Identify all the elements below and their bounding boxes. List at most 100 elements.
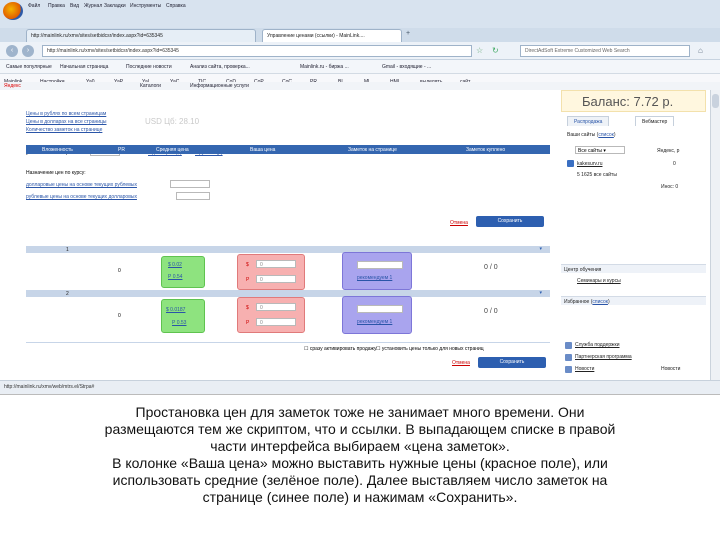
rub-from-usd-input[interactable] (176, 192, 210, 200)
bookmark-4[interactable]: Анализ сайта, проверка... (190, 64, 250, 70)
favorites-list-link[interactable]: список (592, 299, 608, 305)
row-2-your-price-box: $ 0 Р 0 (237, 297, 305, 333)
bookmark-6[interactable]: Gmail - входящие - ... (382, 64, 431, 70)
bookmarks-bar: Самые популярные Начальная страница Посл… (0, 60, 720, 74)
row-1-collapse-icon[interactable]: ▾ (539, 246, 542, 252)
row-1-bought: 0 / 0 (484, 264, 498, 271)
row-1-your-rub-input[interactable]: 0 (256, 275, 296, 283)
support-link[interactable]: Служба поддержки (575, 342, 620, 348)
tab-webmaster[interactable]: Вебмастер (635, 116, 675, 126)
row-2-your-rub-input[interactable]: 0 (256, 318, 296, 326)
link-usd-from-rub[interactable]: долларовые цены на основе текущих рублев… (26, 182, 137, 188)
row-2-collapse-icon[interactable]: ▾ (539, 290, 542, 296)
star-icon[interactable]: ☆ (476, 46, 483, 55)
save-button-bottom[interactable]: Сохранить (478, 357, 546, 368)
col-your-price: Ваша цена (250, 147, 276, 153)
yandex-bar: Яндекс Каталоги Информационные услуги (0, 82, 720, 90)
news-link-2[interactable]: Новости (661, 366, 680, 372)
my-sites-list-link[interactable]: список (598, 132, 614, 138)
row-2-avg-usd[interactable]: $ 0.0187 (166, 307, 185, 313)
row-1-notes-box: рекомендуем 1 (342, 252, 412, 290)
link-rub-prices[interactable]: Цены в рублях по всем страницам (26, 110, 107, 118)
screenshot: Файл Правка Вид Журнал Закладки Инструме… (0, 0, 720, 395)
favorites-section: Избранное (список) (561, 296, 706, 305)
menu-bookmarks[interactable]: Закладки (104, 3, 126, 9)
row-2-notes-select[interactable]: рекомендуем 1 (357, 319, 392, 325)
my-sites-label: Ваши сайты (567, 132, 596, 138)
news-link[interactable]: Новости (575, 366, 594, 372)
status-bar: http://mainlink.ru/xmv/web/mtrs.el/Strpa… (0, 380, 720, 394)
row-1-notes-select[interactable]: рекомендуем 1 (357, 275, 392, 281)
row-2-your-usd-input[interactable]: 0 (256, 303, 296, 311)
row-1-rub-sign: Р (246, 277, 250, 283)
training-link[interactable]: Семинары и курсы (577, 278, 621, 284)
save-button[interactable]: Сохранить (476, 216, 544, 227)
info-services-label[interactable]: Информационные услуги (190, 83, 249, 89)
url-input[interactable]: http://mainlink.ru/xmv/sites/setbidcsr/i… (42, 45, 472, 57)
balance-box: Баланс: 7.72 р. (561, 90, 706, 112)
cancel-link-bottom[interactable]: Отмена (452, 360, 470, 366)
catalogs-label[interactable]: Каталоги (140, 83, 161, 89)
yandex-value-label: Яндекс, р (657, 148, 680, 154)
back-icon[interactable]: ‹ (6, 45, 18, 57)
partner-icon (565, 354, 572, 361)
scrollbar-thumb[interactable] (712, 94, 719, 108)
bookmark-3[interactable]: Последние новости (126, 64, 172, 70)
checkbox-new-pages[interactable]: ☐ установить цены только для новых стран… (376, 346, 484, 352)
tab-2[interactable]: Управление ценами (ссылки) - MainLink...… (262, 29, 402, 42)
col-notes-per-page: Заметок на странице (348, 147, 397, 153)
search-input[interactable]: DirectAdSoft Extreme Customized Web Sear… (520, 45, 690, 57)
search-placeholder: DirectAdSoft Extreme Customized Web Sear… (525, 48, 630, 54)
partner-link[interactable]: Партнерская программа (575, 354, 632, 360)
menu-help[interactable]: Справка (166, 3, 186, 9)
caption-line-1: Простановка цен для заметок тоже не зани… (135, 404, 585, 420)
menu-bar: Файл Правка Вид Журнал Закладки Инструме… (0, 0, 720, 28)
caption-line-5: использовать средние (зелёное поле). Дал… (112, 472, 608, 488)
sites-select[interactable]: Все сайты ▾ (575, 146, 625, 154)
scrollbar[interactable] (710, 90, 720, 380)
row-1-your-usd-input[interactable]: 0 (256, 260, 296, 268)
currency-heading: Назначение цен по курсу: (26, 170, 86, 176)
forward-icon[interactable]: › (22, 45, 34, 57)
row-1-pr: 0 (118, 268, 121, 274)
row-2-level-text: 2 (66, 291, 69, 297)
checkbox-activate[interactable]: ☐ сразу активировать продажу (304, 346, 376, 352)
table-header: Вложенность PR Средняя цена Ваша цена За… (26, 145, 550, 154)
menu-file[interactable]: Файл (28, 3, 40, 9)
site-icon (567, 160, 574, 167)
row-1-notes-input[interactable] (357, 261, 403, 269)
yandex-label[interactable]: Яндекс (4, 83, 21, 89)
tab-1[interactable]: http://mainlink.ru/xmv/sites/setbidcsr/i… (26, 29, 256, 42)
menu-view[interactable]: Вид (70, 3, 79, 9)
site-count: 5 1625 все сайты (577, 172, 617, 178)
row-1-avg-usd[interactable]: $ 0.02 (168, 262, 182, 268)
home-icon[interactable]: ⌂ (698, 46, 703, 55)
bookmark-1[interactable]: Самые популярные (6, 64, 52, 70)
row-2-avg-rub[interactable]: Р 0.53 (172, 320, 186, 326)
status-url: http://mainlink.ru/xmv/web/mtrs.el/Strpa… (4, 384, 95, 390)
new-tab-icon[interactable]: + (406, 30, 410, 37)
tab-sale[interactable]: Распродажа (567, 116, 610, 126)
sites-select-value: Все сайты (578, 148, 602, 154)
caption-line-3: части интерфейса выбираем «цена заметок»… (210, 438, 510, 454)
col-nesting: Вложенность (42, 147, 73, 153)
sidebar-tabs: Распродажа Вебмастер (561, 116, 706, 126)
link-rub-from-usd[interactable]: рублевые цены на основе текущих долларов… (26, 194, 137, 200)
row-1-level: 1 ▾ (26, 246, 550, 253)
menu-edit[interactable]: Правка (48, 3, 65, 9)
bookmark-5[interactable]: Mainlink.ru - биржа ... (300, 64, 349, 70)
cancel-link[interactable]: Отмена (450, 220, 468, 226)
reload-icon[interactable]: ↻ (492, 46, 499, 55)
link-usd-prices[interactable]: Цены в долларах на все страницы (26, 118, 107, 126)
row-2-notes-input[interactable] (357, 305, 403, 313)
news-icon (565, 366, 572, 373)
bookmark-2[interactable]: Начальная страница (60, 64, 108, 70)
menu-tools[interactable]: Инструменты (130, 3, 161, 9)
link-notes-count[interactable]: Количество заметок на странице (26, 126, 107, 134)
usd-from-rub-input[interactable] (170, 180, 210, 188)
row-1-avg-rub[interactable]: Р 0.54 (168, 274, 182, 280)
row-1-your-price-box: $ 0 Р 0 (237, 254, 305, 290)
menu-history[interactable]: Журнал (84, 3, 102, 9)
usd-rate: USD Цб: 28.10 (145, 117, 200, 126)
site-link[interactable]: kakesurv.ru (577, 161, 602, 167)
